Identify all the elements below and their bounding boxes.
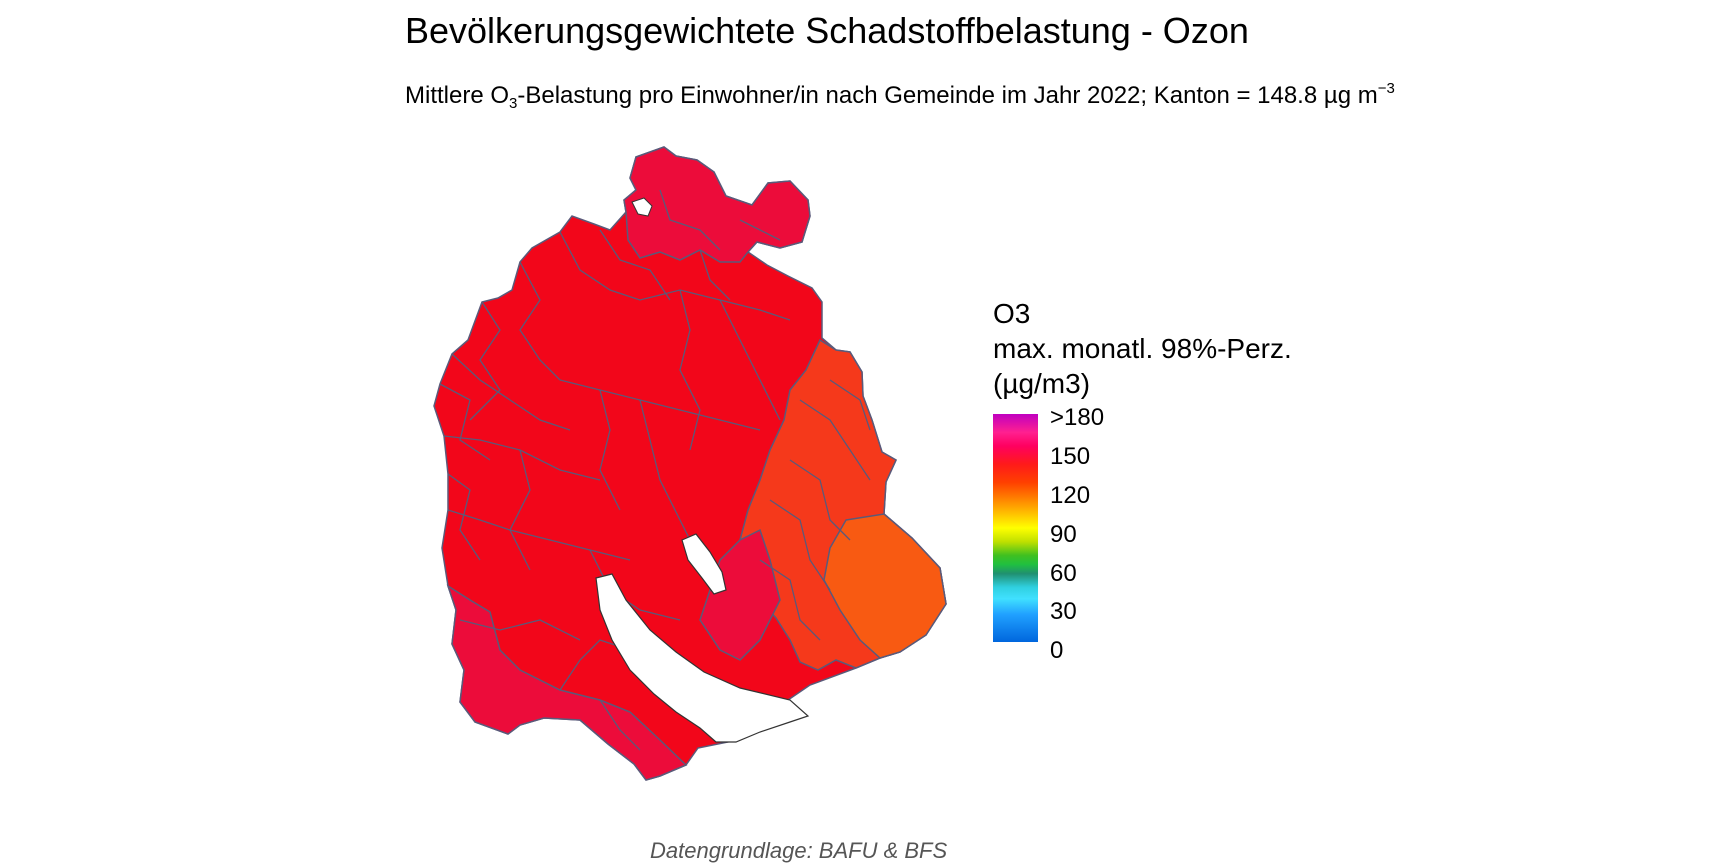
legend-title-line3: (µg/m3) (993, 368, 1091, 399)
data-source-caption: Datengrundlage: BAFU & BFS (650, 838, 948, 863)
legend-tick: >180 (1050, 404, 1105, 431)
canton-map (433, 146, 947, 781)
legend-color-scale (993, 414, 1038, 642)
legend-tick: 30 (1050, 598, 1077, 625)
legend-tick: 120 (1050, 482, 1091, 509)
legend-title-line2: max. monatl. 98%-Perz. (993, 333, 1292, 364)
legend-tick: 60 (1050, 560, 1077, 587)
legend-title-line1: O3 (993, 298, 1031, 329)
region-north (623, 146, 811, 263)
legend-tick: 90 (1050, 521, 1077, 548)
legend-tick: 0 (1050, 637, 1064, 664)
legend-tick: 150 (1050, 443, 1091, 470)
legend-title: O3 max. monatl. 98%-Perz. (µg/m3) (993, 296, 1292, 401)
